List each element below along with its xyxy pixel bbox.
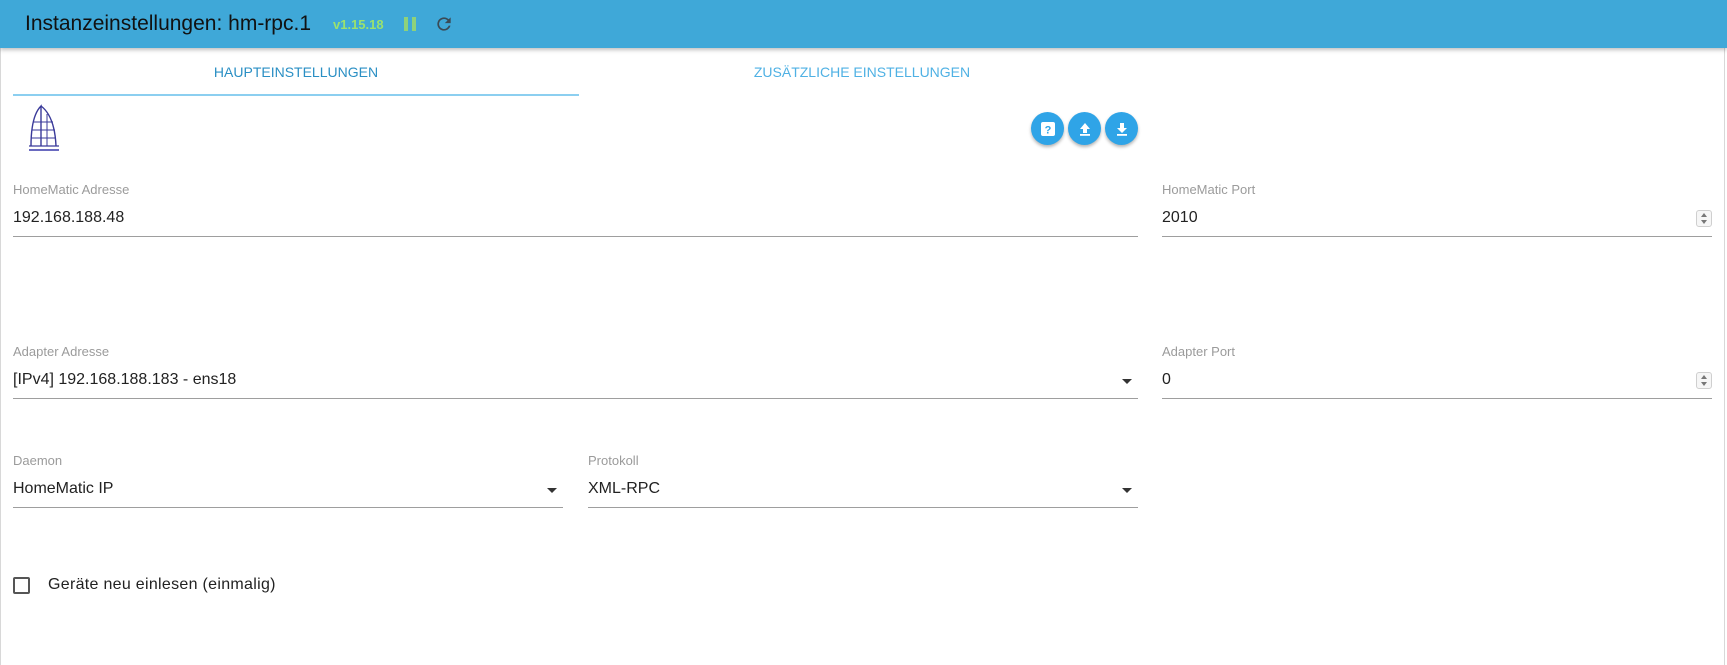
tab-main-settings[interactable]: HAUPTEINSTELLUNGEN: [13, 48, 579, 96]
version-label: v1.15.18: [333, 16, 384, 32]
homematic-port-stepper[interactable]: [1696, 210, 1712, 227]
homematic-address-label: HomeMatic Adresse: [13, 182, 130, 197]
reread-devices-label: Geräte neu einlesen (einmalig): [48, 576, 276, 593]
daemon-label: Daemon: [13, 453, 63, 468]
homematic-address-field[interactable]: HomeMatic Adresse 192.168.188.48: [13, 182, 1138, 242]
protocol-select[interactable]: Protokoll XML-RPC: [588, 453, 1138, 513]
adapter-address-select[interactable]: Adapter Adresse [IPv4] 192.168.188.183 -…: [13, 344, 1138, 404]
daemon-underline: [13, 507, 563, 508]
daemon-dropdown-icon[interactable]: [547, 488, 557, 493]
active-tab-indicator: [13, 94, 579, 96]
adapter-port-stepper[interactable]: [1696, 372, 1712, 389]
title-bar: Instanzeinstellungen: hm-rpc.1 v1.15.18: [0, 0, 1727, 48]
tab-additional-settings[interactable]: ZUSÄTZLICHE EINSTELLUNGEN: [579, 48, 1145, 96]
settings-dialog: [0, 0, 1725, 665]
svg-text:?: ?: [1044, 124, 1051, 136]
adapter-address-dropdown-icon[interactable]: [1122, 379, 1132, 384]
pause-icon[interactable]: [403, 17, 416, 31]
reread-devices-option[interactable]: Geräte neu einlesen (einmalig): [13, 576, 276, 594]
homematic-address-input[interactable]: 192.168.188.48: [13, 209, 124, 227]
homematic-port-label: HomeMatic Port: [1162, 182, 1256, 197]
protocol-underline: [588, 507, 1138, 508]
adapter-address-value[interactable]: [IPv4] 192.168.188.183 - ens18: [13, 371, 236, 389]
homematic-port-field[interactable]: HomeMatic Port 2010: [1162, 182, 1712, 242]
homematic-port-input[interactable]: 2010: [1162, 209, 1198, 227]
homematic-logo: [29, 104, 59, 151]
protocol-label: Protokoll: [588, 453, 639, 468]
protocol-dropdown-icon[interactable]: [1122, 488, 1132, 493]
daemon-select[interactable]: Daemon HomeMatic IP: [13, 453, 563, 513]
adapter-port-label: Adapter Port: [1162, 344, 1235, 359]
adapter-port-underline: [1162, 398, 1712, 399]
download-icon: [1116, 122, 1127, 136]
adapter-address-label: Adapter Adresse: [13, 344, 110, 359]
help-button[interactable]: ?: [1031, 112, 1064, 145]
adapter-port-input[interactable]: 0: [1162, 371, 1171, 389]
adapter-address-underline: [13, 398, 1138, 399]
adapter-port-field[interactable]: Adapter Port 0: [1162, 344, 1712, 404]
protocol-value[interactable]: XML-RPC: [588, 480, 660, 498]
download-button[interactable]: [1105, 112, 1138, 145]
dialog-title: Instanzeinstellungen: hm-rpc.1: [25, 12, 311, 35]
homematic-port-underline: [1162, 236, 1712, 237]
upload-icon: [1079, 122, 1090, 136]
reload-icon[interactable]: [434, 14, 454, 34]
daemon-value[interactable]: HomeMatic IP: [13, 480, 113, 498]
upload-button[interactable]: [1068, 112, 1101, 145]
help-icon: ?: [1040, 121, 1055, 136]
homematic-address-underline: [13, 236, 1138, 237]
reread-devices-checkbox[interactable]: [13, 576, 30, 594]
